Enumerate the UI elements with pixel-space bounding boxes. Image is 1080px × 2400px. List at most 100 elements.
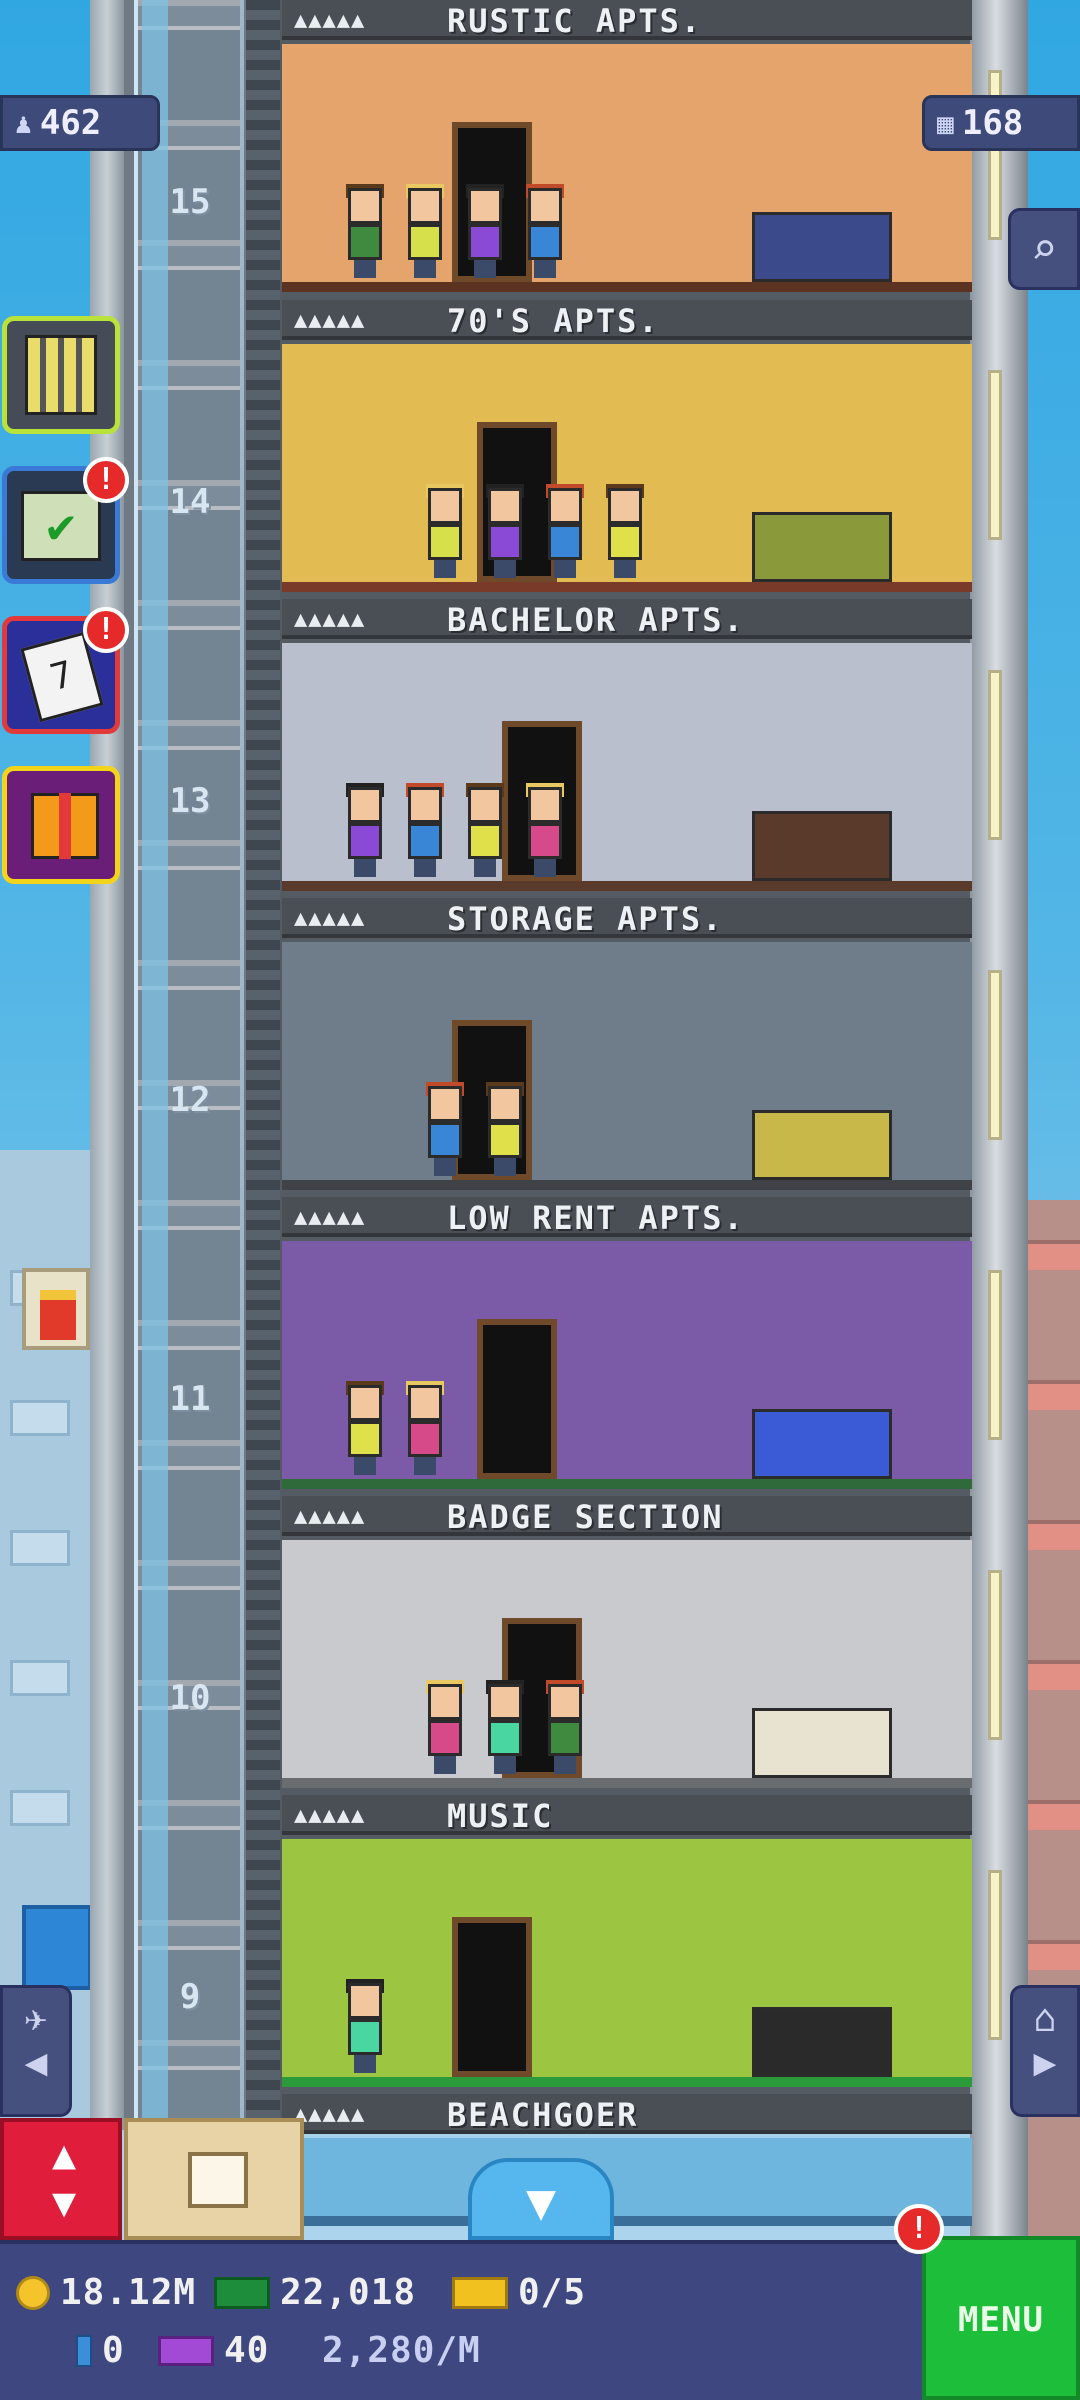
floor-10[interactable]: ▲▲▲▲▲ BADGE SECTION <box>282 1496 972 1796</box>
tickets-counter[interactable]: 0/5 <box>452 2272 586 2313</box>
resident-sprite[interactable] <box>522 184 568 278</box>
elevator-shaft[interactable] <box>90 0 280 2130</box>
menu-button[interactable]: MENU <box>922 2236 1080 2400</box>
resident-sprite[interactable] <box>342 783 388 877</box>
floor-room <box>282 1241 972 1489</box>
floor-room <box>282 643 972 891</box>
floor-stars: ▲▲▲▲▲ <box>294 1803 366 1828</box>
floor-header: ▲▲▲▲▲ 70'S APTS. <box>282 300 972 340</box>
resident-sprite[interactable] <box>482 1082 528 1176</box>
resident-sprite[interactable] <box>342 1979 388 2073</box>
floor-name: BADGE SECTION <box>447 1498 724 1536</box>
resident-sprite[interactable] <box>462 184 508 278</box>
floor-number-label: 14 <box>169 482 211 522</box>
bux-icon <box>214 2276 270 2309</box>
person-icon: ♟ <box>15 106 32 140</box>
floor-name: BEACHGOER <box>447 2096 639 2134</box>
resident-sprite[interactable] <box>482 1680 528 1774</box>
floor-11[interactable]: ▲▲▲▲▲ LOW RENT APTS. <box>282 1197 972 1497</box>
resident-sprite[interactable] <box>342 1381 388 1475</box>
visit-tower-left-button[interactable]: ✈ ◀ <box>0 1985 72 2117</box>
gift-button[interactable] <box>2 766 120 884</box>
resident-sprite[interactable] <box>602 484 648 578</box>
floor-name: MUSIC <box>447 1797 554 1835</box>
floor-bottom[interactable]: ▲▲▲▲▲ BEACHGOER <box>282 2094 972 2234</box>
building-icon: ▦ <box>937 106 954 140</box>
floor-13[interactable]: ▲▲▲▲▲ BACHELOR APTS. <box>282 599 972 899</box>
floor-room <box>282 1839 972 2087</box>
tickets-value: 0/5 <box>518 2272 587 2313</box>
gems-counter[interactable]: 0 <box>76 2330 125 2371</box>
floor-room <box>282 44 972 292</box>
floor-stars: ▲▲▲▲▲ <box>294 2102 366 2127</box>
population-value: 462 <box>39 103 102 143</box>
inventory-box-button[interactable] <box>124 2118 304 2240</box>
floor-stars: ▲▲▲▲▲ <box>294 607 366 632</box>
coins-value: 18.12M <box>60 2272 197 2313</box>
coin-icon <box>16 2275 50 2310</box>
floor-header: ▲▲▲▲▲ LOW RENT APTS. <box>282 1197 972 1237</box>
search-button[interactable]: ⌕ <box>1008 208 1080 290</box>
coins-counter[interactable]: 18.12M <box>16 2272 196 2313</box>
floors-counter[interactable]: ▦ 168 <box>922 95 1080 151</box>
apartment-door <box>452 1917 532 2077</box>
fries-billboard-icon <box>22 1268 90 1350</box>
population-counter[interactable]: ♟ 462 <box>0 95 160 151</box>
ticket-icon <box>452 2276 508 2309</box>
gems-value: 0 <box>102 2330 125 2371</box>
floor-header: ▲▲▲▲▲ BACHELOR APTS. <box>282 599 972 639</box>
floor-header: ▲▲▲▲▲ RUSTIC APTS. <box>282 0 972 40</box>
vip-counter[interactable]: 40 <box>158 2330 269 2371</box>
gem-icon <box>76 2334 92 2367</box>
furniture-sprite <box>752 811 892 881</box>
arrow-up-icon: ▲ <box>51 2132 77 2178</box>
floor-12[interactable]: ▲▲▲▲▲ STORAGE APTS. <box>282 898 972 1198</box>
floor-9[interactable]: ▲▲▲▲▲ MUSIC <box>282 1795 972 2095</box>
resident-sprite[interactable] <box>422 484 468 578</box>
floor-number-label: 13 <box>169 781 211 821</box>
home-icon: ⌂ <box>1033 1996 1057 2040</box>
resident-sprite[interactable] <box>422 1680 468 1774</box>
missions-alert-badge: ! <box>83 457 129 503</box>
building-grid-icon <box>25 335 97 415</box>
floor-room <box>282 942 972 1190</box>
income-rate: 2,280/M <box>322 2330 481 2371</box>
resident-sprite[interactable] <box>522 783 568 877</box>
floor-stars: ▲▲▲▲▲ <box>294 308 366 333</box>
resident-sprite[interactable] <box>542 1680 588 1774</box>
resident-sprite[interactable] <box>462 783 508 877</box>
resource-bar: 18.12M 22,018 0/5 0 40 2,280/M <box>0 2240 1080 2400</box>
elevator-control-button[interactable]: ▲ ▼ <box>0 2118 122 2240</box>
calendar-button[interactable]: 7 ! <box>2 607 129 734</box>
gift-ribbon-icon <box>59 793 71 859</box>
resident-sprite[interactable] <box>402 783 448 877</box>
arrow-left-icon: ◀ <box>24 2040 48 2084</box>
bux-counter[interactable]: 22,018 <box>214 2272 416 2313</box>
resident-sprite[interactable] <box>542 484 588 578</box>
missions-button[interactable]: ✔ ! <box>2 457 129 584</box>
arrow-down-icon: ▼ <box>51 2180 77 2226</box>
tower-right-column <box>970 0 1028 2240</box>
floor-number-label: 11 <box>169 1379 211 1419</box>
bux-value: 22,018 <box>280 2272 417 2313</box>
furniture-sprite <box>752 1708 892 1778</box>
floor-name: BACHELOR APTS. <box>447 601 745 639</box>
scroll-down-button[interactable]: ▼ <box>468 2158 614 2240</box>
floor-number-label: 12 <box>169 1080 211 1120</box>
checklist-icon: ✔ <box>21 491 101 561</box>
resident-sprite[interactable] <box>402 184 448 278</box>
build-button[interactable] <box>2 316 120 434</box>
resident-sprite[interactable] <box>402 1381 448 1475</box>
resident-sprite[interactable] <box>422 1082 468 1176</box>
floor-room <box>282 1540 972 1788</box>
magnifier-icon: ⌕ <box>1030 224 1058 275</box>
income-rate-value: 2,280/M <box>322 2330 481 2371</box>
vip-value: 40 <box>224 2330 270 2371</box>
resident-sprite[interactable] <box>482 484 528 578</box>
floor-name: RUSTIC APTS. <box>447 2 703 40</box>
resident-sprite[interactable] <box>342 184 388 278</box>
go-home-button[interactable]: ⌂ ▶ <box>1010 1985 1080 2117</box>
floor-15[interactable]: ▲▲▲▲▲ RUSTIC APTS. <box>282 0 972 300</box>
floor-14[interactable]: ▲▲▲▲▲ 70'S APTS. <box>282 300 972 600</box>
floor-header: ▲▲▲▲▲ STORAGE APTS. <box>282 898 972 938</box>
